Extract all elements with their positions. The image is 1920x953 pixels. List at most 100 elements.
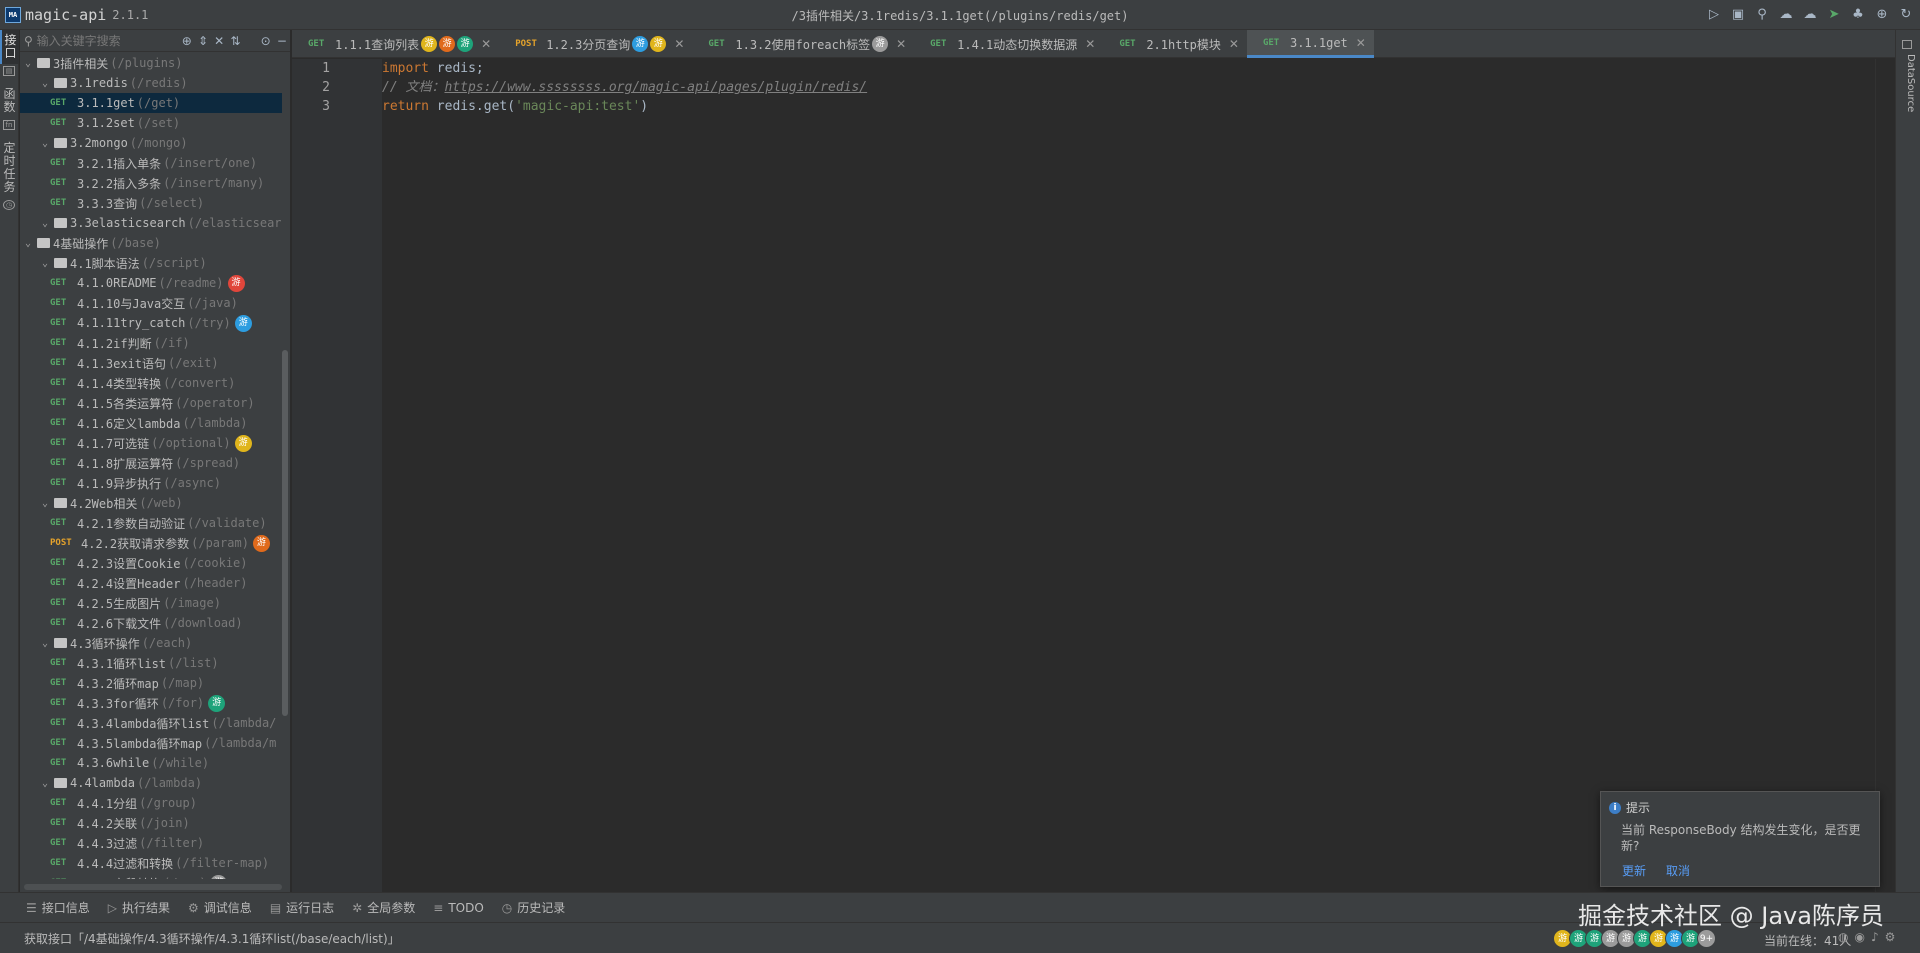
tree-api-item[interactable]: GET 4.1.11try_catch (/try) 游 — [20, 313, 282, 333]
tree-api-item[interactable]: GET 4.1.3exit语句 (/exit) — [20, 353, 282, 373]
tree-api-item[interactable]: GET 3.2.2插入多条 (/insert/many) — [20, 173, 282, 193]
tree-api-item[interactable]: GET 4.3.1循环list (/list) — [20, 653, 282, 673]
chevron-down-icon[interactable]: ⌄ — [22, 238, 34, 249]
tree-scrollbar[interactable] — [282, 350, 288, 716]
chevron-down-icon[interactable]: ⌄ — [39, 78, 51, 89]
tree-api-item[interactable]: GET 4.4.5字段转换(/map) 游 — [20, 873, 282, 879]
user-avatar-badge[interactable]: 9+ — [1697, 929, 1716, 948]
editor-scrollbar[interactable] — [1875, 59, 1895, 892]
tree-api-item[interactable]: GET 4.4.4过滤和转换 (/filter-map) — [20, 853, 282, 873]
tree-api-item[interactable]: GET 4.1.4类型转换 (/convert) — [20, 373, 282, 393]
bottom-tab[interactable]: ◷ 历史记录 — [502, 899, 566, 916]
tree-api-item[interactable]: GET 3.1.2set (/set) — [20, 113, 282, 133]
bottom-tab[interactable]: ⚙ 调试信息 — [188, 899, 252, 916]
bottom-tab[interactable]: ▤ 运行日志 — [270, 899, 334, 916]
tree-api-item[interactable]: GET 4.1.9异步执行 (/async) — [20, 473, 282, 493]
tree-folder[interactable]: ⌄ 4.1脚本语法 (/script) — [20, 253, 282, 273]
code-line[interactable]: import redis; — [382, 59, 1875, 78]
tree-folder[interactable]: ⌄ 3.2mongo (/mongo) — [20, 133, 282, 153]
tree-api-item[interactable]: GET 4.3.4lambda循环list (/lambda/ — [20, 713, 282, 733]
chevron-down-icon[interactable]: ⌄ — [39, 498, 51, 509]
tree-api-item[interactable]: GET 4.2.3设置Cookie (/cookie) — [20, 553, 282, 573]
bottom-tab[interactable]: ✲ 全局参数 — [352, 899, 415, 916]
chevron-down-icon[interactable]: ⌄ — [39, 138, 51, 149]
editor-tab[interactable]: POST 1.2.3分页查询游游 ✕ — [499, 30, 692, 58]
tree-api-item[interactable]: GET 4.1.5各类运算符 (/operator) — [20, 393, 282, 413]
tree-api-item[interactable]: GET 4.2.5生成图片 (/image) — [20, 593, 282, 613]
code-line[interactable]: return redis.get('magic-api:test') — [382, 97, 1875, 116]
expand-icon[interactable]: ⇕ — [195, 34, 211, 48]
bottom-tab[interactable]: ☰ 接口信息 — [26, 899, 90, 916]
tree-api-item[interactable]: GET 4.3.3for循环 (/for) 游 — [20, 693, 282, 713]
close-icon[interactable]: ✕ — [896, 37, 906, 51]
close-icon[interactable]: ✕ — [1085, 37, 1095, 51]
save-icon[interactable]: ▣ — [1728, 5, 1748, 25]
run-icon[interactable]: ▷ — [1704, 5, 1724, 25]
globe-icon[interactable]: ⊕ — [1872, 5, 1892, 25]
upload-icon[interactable]: ☁ — [1800, 5, 1820, 25]
tree-api-item[interactable]: POST 4.2.2获取请求参数 (/param) 游 — [20, 533, 282, 553]
code-area[interactable]: import redis;// 文档：https://www.ssssssss.… — [382, 59, 1875, 116]
settings-icon[interactable]: ⚙ — [1885, 930, 1896, 944]
tree-folder[interactable]: ⌄ 3插件相关 (/plugins) — [20, 53, 282, 73]
tree-api-item[interactable]: GET 4.1.6定义lambda (/lambda) — [20, 413, 282, 433]
code-line[interactable]: // 文档：https://www.ssssssss.org/magic-api… — [382, 78, 1875, 97]
tree-folder[interactable]: ⌄ 4基础操作 (/base) — [20, 233, 282, 253]
chevron-down-icon[interactable]: ⌄ — [39, 258, 51, 269]
chevron-down-icon[interactable]: ⌄ — [22, 58, 34, 69]
tree-api-item[interactable]: GET 4.2.1参数自动验证 (/validate) — [20, 513, 282, 533]
bottom-tab[interactable]: ≡ TODO — [433, 901, 484, 915]
close-icon[interactable]: ✕ — [1229, 37, 1239, 51]
close-icon[interactable]: ✕ — [1356, 36, 1366, 50]
notification-icon[interactable]: ♪ — [1871, 930, 1879, 944]
tree-api-item[interactable]: GET 4.1.8扩展运算符 (/spread) — [20, 453, 282, 473]
cancel-button[interactable]: 取消 — [1666, 862, 1690, 879]
tree-api-item[interactable]: GET 3.3.3查询 (/select) — [20, 193, 282, 213]
close-icon[interactable]: ✕ — [481, 37, 491, 51]
update-button[interactable]: 更新 — [1622, 862, 1646, 879]
locate-icon[interactable]: ⊙ — [258, 34, 274, 48]
tree-api-item[interactable]: GET 4.4.3过滤 (/filter) — [20, 833, 282, 853]
chevron-down-icon[interactable]: ⌄ — [39, 638, 51, 649]
add-icon[interactable]: ⊕ — [179, 34, 195, 48]
tree-folder[interactable]: ⌄ 3.3elasticsearch (/elasticsear — [20, 213, 282, 233]
sort-icon[interactable]: ⇅ — [227, 34, 243, 48]
tree-api-item[interactable]: GET 4.2.4设置Header (/header) — [20, 573, 282, 593]
editor-tab[interactable]: GET 1.1.1查询列表游游游 ✕ — [292, 30, 499, 58]
tree-api-item[interactable]: GET 4.3.2循环map (/map) — [20, 673, 282, 693]
tree-api-item[interactable]: GET 3.1.1get (/get) — [20, 93, 282, 113]
close-icon[interactable]: ✕ — [674, 37, 684, 51]
editor-tab[interactable]: GET 2.1http模块 ✕ — [1103, 30, 1247, 58]
strip-tab-schedule[interactable]: 定时任务 — [0, 138, 19, 198]
tree-api-item[interactable]: GET 4.1.10与Java交互 (/java) — [20, 293, 282, 313]
chevron-down-icon[interactable]: ⌄ — [39, 778, 51, 789]
editor-tab[interactable]: GET 1.4.1动态切换数据源 ✕ — [914, 30, 1103, 58]
tree-api-item[interactable]: GET 4.3.5lambda循环map (/lambda/m — [20, 733, 282, 753]
tree-hscrollbar[interactable] — [24, 884, 282, 890]
tree-folder[interactable]: ⌄ 3.1redis (/redis) — [20, 73, 282, 93]
tree-folder[interactable]: ⌄ 4.4lambda (/lambda) — [20, 773, 282, 793]
strip-tab-function[interactable]: 函数 — [0, 84, 19, 118]
editor-tab[interactable]: GET 1.3.2使用foreach标签游 ✕ — [692, 30, 914, 58]
collapse-icon[interactable]: ✕ — [211, 34, 227, 48]
tree-api-item[interactable]: GET 3.2.1插入单条 (/insert/one) — [20, 153, 282, 173]
tree-api-item[interactable]: GET 4.2.6下载文件 (/download) — [20, 613, 282, 633]
editor-tab[interactable]: GET 3.1.1get ✕ — [1246, 30, 1374, 58]
tree-api-item[interactable]: GET 4.1.2if判断 (/if) — [20, 333, 282, 353]
push-icon[interactable]: ➤ — [1824, 5, 1844, 25]
github-icon[interactable]: ◉ — [1854, 930, 1864, 944]
qq-icon[interactable]: ◍ — [1838, 930, 1848, 944]
tree-api-item[interactable]: GET 4.4.2关联 (/join) — [20, 813, 282, 833]
minimize-icon[interactable]: − — [274, 34, 290, 48]
bottom-tab[interactable]: ▷ 执行结果 — [108, 899, 170, 916]
tree-api-item[interactable]: GET 4.1.0README (/readme) 游 — [20, 273, 282, 293]
datasource-tab[interactable]: DataSource — [1900, 54, 1916, 134]
tree-folder[interactable]: ⌄ 4.3循环操作 (/each) — [20, 633, 282, 653]
tree-api-item[interactable]: GET 4.3.6while (/while) — [20, 753, 282, 773]
strip-tab-api[interactable]: 接口 — [0, 30, 19, 64]
skin-icon[interactable]: ♣ — [1848, 5, 1868, 25]
tree-folder[interactable]: ⌄ 4.2Web相关 (/web) — [20, 493, 282, 513]
refresh-icon[interactable]: ↻ — [1896, 5, 1916, 25]
online-users[interactable]: 游游游游游游游游游 9+ — [1553, 929, 1716, 948]
tree-api-item[interactable]: GET 4.4.1分组 (/group) — [20, 793, 282, 813]
